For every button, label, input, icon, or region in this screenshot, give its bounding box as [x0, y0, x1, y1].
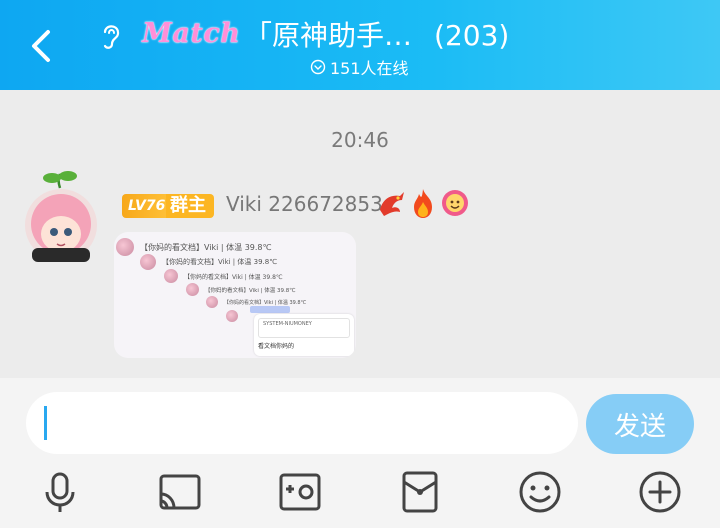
chevron-left-icon [32, 30, 50, 62]
image-row-text: 【你妈的看文档】Viki | 体温 39.8℃ [184, 273, 283, 281]
emoji-icon[interactable] [518, 470, 562, 514]
mini-avatar [226, 310, 238, 322]
mini-avatar [186, 283, 199, 296]
flower-face-icon [440, 186, 470, 220]
image-tag [250, 306, 290, 313]
image-card-title: SYSTEM-NIUMONEY [263, 321, 312, 327]
image-row: 【你妈的看文档】Viki | 体温 39.8℃ [186, 283, 295, 296]
mini-avatar [206, 296, 218, 308]
level-badge: LV76 [122, 194, 172, 218]
screen-share-icon[interactable] [158, 470, 202, 514]
ear-icon[interactable] [98, 20, 124, 52]
group-name: 「原神助手… [244, 19, 413, 52]
chat-header: Match 「原神助手… (203) 151人在线 [0, 0, 720, 90]
image-card-inner: SYSTEM-NIUMONEY [258, 318, 350, 338]
image-row: 【你妈的看文档】Viki | 体温 39.8℃ [164, 269, 283, 283]
back-button[interactable] [26, 26, 56, 66]
image-card-foot: 看文档你妈的 [258, 343, 295, 350]
sender-name[interactable]: Viki 226672853 [226, 192, 383, 216]
match-logo: Match [142, 18, 241, 49]
image-row-text: 【你妈的看文档】Viki | 体温 39.8℃ [140, 242, 272, 252]
send-button[interactable]: 发送 [586, 394, 694, 454]
message-timestamp: 20:46 [331, 128, 389, 152]
image-row: 【你妈的看文档】Viki | 体温 39.8℃ [140, 254, 277, 270]
fire-icon [408, 186, 438, 220]
role-badge: 群主 [166, 194, 214, 218]
plus-icon[interactable] [638, 470, 682, 514]
image-row-text: 【你妈的看文档】Viki | 体温 39.8℃ [224, 299, 307, 306]
image-row-text: 【你妈的看文档】Viki | 体温 39.8℃ [205, 287, 296, 294]
group-title[interactable]: 「原神助手… (203) [244, 14, 509, 54]
text-caret [44, 406, 47, 440]
member-count: (203) [434, 19, 510, 52]
dragon-icon [376, 186, 406, 220]
input-bar: 发送 [0, 378, 720, 528]
mini-avatar [140, 254, 156, 270]
mini-avatar [164, 269, 178, 283]
photo-icon[interactable] [278, 470, 322, 514]
chevron-down-circle-icon [310, 59, 326, 75]
mini-avatar [116, 238, 134, 256]
red-packet-icon[interactable] [398, 470, 442, 514]
image-row-text: 【你妈的看文档】Viki | 体温 39.8℃ [162, 258, 278, 266]
image-message[interactable]: 【你妈的看文档】Viki | 体温 39.8℃ 【你妈的看文档】Viki | 体… [114, 232, 356, 358]
message-input[interactable] [26, 392, 578, 454]
avatar[interactable] [24, 168, 98, 264]
image-card: SYSTEM-NIUMONEY 看文档你妈的 [254, 314, 354, 356]
microphone-icon[interactable] [38, 470, 82, 514]
badge-emojis [376, 186, 470, 220]
image-row [226, 310, 238, 322]
online-status[interactable]: 151人在线 [310, 55, 409, 79]
online-count: 151人在线 [330, 59, 409, 78]
